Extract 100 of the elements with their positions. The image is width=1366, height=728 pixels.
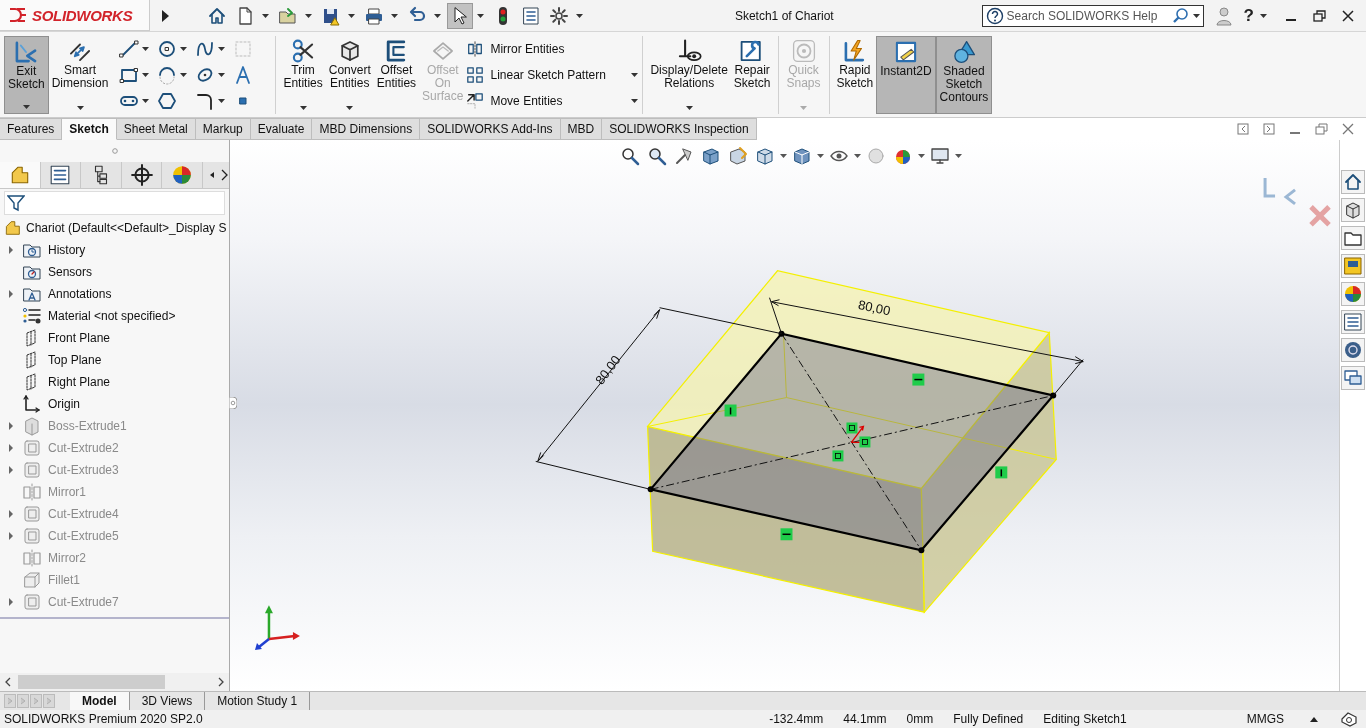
tree-item[interactable]: Front Plane — [0, 327, 113, 349]
appearance-ball-icon — [1343, 284, 1363, 304]
sketch-tool-button[interactable] — [119, 65, 140, 85]
tree-item[interactable]: Material <not specified> — [0, 305, 178, 327]
caret-icon[interactable] — [918, 154, 925, 158]
task-pane-tab[interactable] — [1341, 338, 1365, 362]
sketch-tool-button[interactable] — [157, 65, 178, 85]
caret-icon[interactable] — [854, 154, 861, 158]
task-pane-tab[interactable] — [1341, 282, 1365, 306]
caret-up-icon[interactable] — [1310, 716, 1318, 722]
filter-field[interactable] — [4, 191, 225, 215]
view-orientation-icon — [755, 146, 775, 166]
sketch-tool-button[interactable] — [157, 39, 178, 59]
tile-right-icon[interactable] — [1263, 123, 1275, 135]
ribbon-button[interactable]: Shaded Sketch Contours — [935, 36, 993, 114]
dimension-line[interactable] — [769, 297, 1084, 397]
tree-item[interactable]: Sensors — [0, 261, 95, 283]
ribbon-button[interactable]: Convert Entities — [325, 36, 374, 114]
caret-icon[interactable] — [817, 154, 824, 158]
ribbon-button[interactable]: Rapid Sketch — [833, 36, 877, 114]
close-icon[interactable] — [1342, 9, 1354, 22]
caret-icon[interactable] — [218, 99, 226, 103]
restore-icon[interactable] — [1313, 9, 1326, 22]
scroll-right-icon[interactable] — [217, 677, 225, 687]
sketch-tool-button[interactable] — [119, 39, 140, 59]
caret-icon[interactable] — [346, 106, 354, 110]
tree-item[interactable]: Chariot (Default<<Default>_Display S — [0, 217, 229, 239]
ribbon-tab[interactable]: Markup — [195, 118, 251, 140]
ribbon-tab[interactable]: Evaluate — [250, 118, 313, 140]
tree-item[interactable]: History — [0, 239, 88, 261]
caret-icon[interactable] — [22, 105, 30, 109]
caret-icon[interactable] — [142, 47, 150, 51]
ribbon-button[interactable]: Display/Delete Relations — [647, 36, 731, 114]
caret-icon[interactable] — [631, 73, 639, 77]
panel-resize-handle-icon[interactable] — [229, 397, 237, 409]
caret-icon[interactable] — [76, 106, 84, 110]
caret-icon[interactable] — [180, 47, 188, 51]
grip-icon[interactable] — [111, 148, 118, 154]
task-pane-tab[interactable] — [1341, 198, 1365, 222]
ribbon-button[interactable]: Instant2D — [876, 36, 936, 114]
user-icon[interactable] — [1215, 5, 1232, 26]
ribbon-button[interactable]: Repair Sketch — [730, 36, 774, 114]
tree-item[interactable]: Right Plane — [0, 371, 113, 393]
scroll-left-icon[interactable] — [4, 677, 12, 687]
tile-left-icon[interactable] — [1237, 123, 1249, 135]
spline-icon — [195, 39, 216, 59]
task-pane-tab[interactable] — [1341, 366, 1365, 390]
expand-menu-icon[interactable] — [160, 8, 170, 23]
tree-item[interactable]: Top Plane — [0, 349, 104, 371]
caret-icon[interactable] — [299, 106, 307, 110]
expand-arrow-icon[interactable] — [8, 246, 14, 254]
zoom-area-icon — [647, 146, 667, 166]
search-icon[interactable] — [1171, 6, 1190, 25]
appearance-icon — [866, 146, 886, 166]
help-button[interactable]: ? — [1243, 5, 1254, 26]
ribbon-tab[interactable]: SOLIDWORKS Add-Ins — [420, 118, 561, 140]
ribbon-tab[interactable]: MBD — [560, 118, 603, 140]
ribbon-button[interactable]: Smart Dimension — [48, 36, 112, 114]
search-input[interactable]: Search SOLIDWORKS Help — [1006, 8, 1169, 23]
ribbon-tab[interactable]: MBD Dimensions — [312, 118, 421, 140]
expand-arrow-icon[interactable] — [8, 290, 14, 298]
sketch-tool-button[interactable] — [195, 39, 216, 59]
units-button[interactable]: MMGS — [1246, 712, 1284, 726]
ribbon-tab[interactable]: Sheet Metal — [116, 118, 196, 140]
caret-icon[interactable] — [218, 47, 226, 51]
ribbon-button[interactable]: Trim Entities — [280, 36, 326, 114]
caret-icon[interactable] — [218, 73, 226, 77]
caret-icon[interactable] — [180, 73, 188, 77]
ribbon-menu-item[interactable]: Linear Sketch Pattern — [466, 66, 639, 84]
dimension-value[interactable]: 80,00 — [856, 296, 892, 319]
ribbon-tab[interactable]: SOLIDWORKS Inspection — [602, 118, 757, 140]
ribbon-tab[interactable]: Features — [0, 118, 63, 140]
model-tab[interactable]: Model — [70, 692, 130, 710]
ribbon-button[interactable]: Offset Entities — [373, 36, 420, 114]
dimension-line[interactable] — [535, 307, 782, 490]
caret-icon[interactable] — [955, 154, 962, 158]
caret-icon[interactable] — [142, 73, 150, 77]
tree-item[interactable]: Annotations — [0, 283, 114, 305]
library-icon — [1343, 200, 1363, 220]
caret-icon[interactable] — [631, 99, 639, 103]
task-pane-tab[interactable] — [1341, 170, 1365, 194]
task-pane-tab[interactable] — [1341, 310, 1365, 334]
search-field[interactable]: Search SOLIDWORKS Help — [981, 4, 1204, 27]
ribbon-button[interactable]: Exit Sketch — [4, 36, 49, 114]
tree-item[interactable]: Origin — [0, 393, 82, 415]
caret-icon[interactable] — [780, 154, 787, 158]
caret-icon[interactable] — [1192, 13, 1200, 18]
horizontal-scrollbar[interactable] — [0, 673, 229, 691]
sketch-tool-button[interactable] — [157, 91, 178, 111]
window-title: Sketch1 of Chariot — [733, 8, 835, 23]
rebuild-status-icon[interactable] — [1340, 711, 1358, 727]
task-pane-tab[interactable] — [1341, 226, 1365, 250]
caret-icon[interactable] — [685, 106, 693, 110]
task-pane-tab[interactable] — [1341, 254, 1365, 278]
ribbon-menu-item[interactable]: Mirror Entities — [466, 40, 639, 58]
caret-icon[interactable] — [1260, 13, 1267, 18]
ribbon-tab[interactable]: Sketch — [62, 118, 117, 140]
sketch-drawing[interactable] — [647, 330, 1057, 554]
ribbon-menu-item[interactable]: Move Entities — [466, 92, 639, 110]
caret-icon[interactable] — [142, 99, 150, 103]
